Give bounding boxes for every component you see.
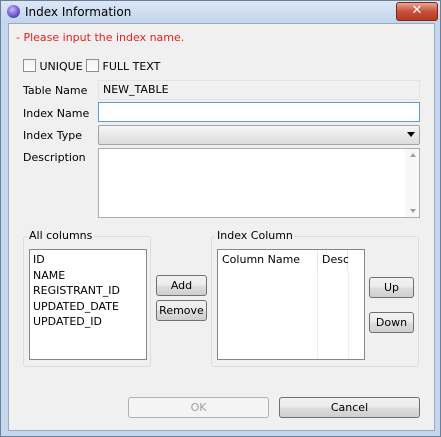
up-button[interactable]: Up — [369, 277, 414, 298]
title-bar[interactable]: Index Information ✕ — [1, 1, 440, 23]
cancel-button[interactable]: Cancel — [279, 397, 420, 418]
column-name-header[interactable]: Column Name — [218, 250, 318, 270]
dialog-window: Index Information ✕ - Please input the i… — [0, 0, 441, 437]
index-name-label: Index Name — [23, 107, 90, 120]
add-button[interactable]: Add — [156, 275, 207, 296]
index-column-label: Index Column — [215, 229, 295, 242]
description-textarea[interactable] — [98, 148, 420, 218]
fulltext-label: FULL TEXT — [102, 60, 161, 73]
unique-label: UNIQUE — [39, 60, 83, 73]
close-button[interactable]: ✕ — [396, 2, 438, 21]
index-type-select[interactable] — [98, 125, 420, 145]
table-header: Column Name Desc — [218, 250, 364, 270]
column-divider — [317, 270, 318, 359]
all-columns-label: All columns — [27, 229, 95, 242]
list-item[interactable]: UPDATED_ID — [30, 314, 146, 330]
description-scrollbar[interactable] — [405, 149, 419, 217]
scroll-down-icon — [410, 209, 416, 213]
app-icon — [7, 5, 20, 18]
chevron-down-icon — [407, 132, 415, 137]
index-name-input[interactable] — [98, 102, 420, 122]
desc-header[interactable]: Desc — [318, 250, 349, 270]
column-divider — [348, 270, 349, 359]
all-columns-list[interactable]: ID NAME REGISTRANT_ID UPDATED_DATE UPDAT… — [29, 249, 147, 360]
remove-button[interactable]: Remove — [156, 300, 207, 321]
fulltext-checkbox[interactable] — [86, 59, 99, 72]
dialog-body: - Please input the index name. UNIQUE FU… — [8, 23, 435, 431]
down-button[interactable]: Down — [369, 312, 414, 333]
table-name-field: NEW_TABLE — [98, 80, 420, 100]
ok-button[interactable]: OK — [128, 397, 269, 418]
validation-message: - Please input the index name. — [16, 31, 185, 44]
unique-checkbox[interactable] — [23, 59, 36, 72]
table-name-label: Table Name — [23, 84, 88, 97]
table-name-value: NEW_TABLE — [103, 83, 169, 96]
description-label: Description — [23, 151, 86, 164]
list-item[interactable]: NAME — [30, 268, 146, 284]
window-title: Index Information — [25, 5, 132, 19]
list-item[interactable]: ID — [30, 252, 146, 268]
unique-option[interactable]: UNIQUE — [23, 59, 83, 73]
list-item[interactable]: UPDATED_DATE — [30, 299, 146, 315]
fulltext-option[interactable]: FULL TEXT — [86, 59, 160, 73]
index-type-label: Index Type — [23, 129, 83, 142]
scroll-up-icon — [410, 153, 416, 157]
index-column-table[interactable]: Column Name Desc — [217, 249, 365, 360]
list-item[interactable]: REGISTRANT_ID — [30, 283, 146, 299]
